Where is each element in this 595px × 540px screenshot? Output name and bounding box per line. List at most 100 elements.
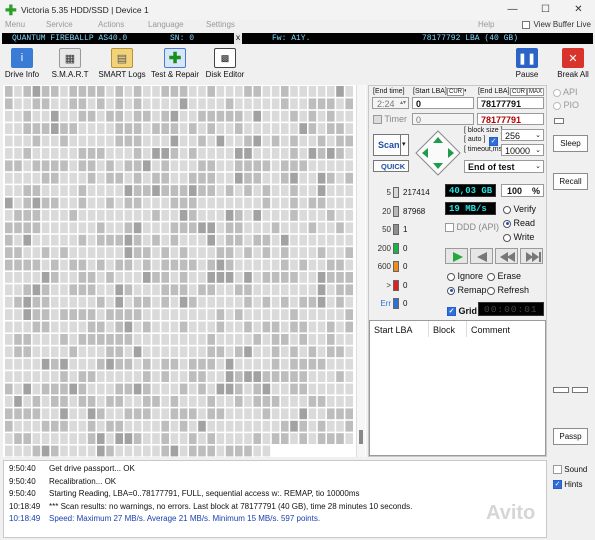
end-lba-max-field[interactable]: 78177791 — [477, 113, 544, 125]
end-lba-max-button[interactable]: MAX — [527, 88, 545, 96]
grid-block — [106, 185, 114, 196]
grid-block — [115, 358, 123, 370]
recall-button[interactable]: Recall — [553, 173, 588, 190]
menu-service[interactable]: Service — [46, 20, 73, 29]
grid-block — [290, 358, 298, 370]
scan-dropdown-button[interactable]: ▾ — [400, 134, 409, 156]
grid-block — [327, 321, 335, 333]
sound-toggle[interactable]: Sound — [553, 465, 587, 475]
grid-block — [317, 259, 326, 271]
pause-button[interactable]: ❚❚ Pause — [513, 48, 541, 80]
drive-info-button[interactable]: i Drive Info — [4, 48, 40, 80]
grid-block — [253, 259, 261, 271]
grid-block — [143, 445, 151, 457]
direction-pad[interactable] — [415, 130, 461, 176]
grid-block — [78, 420, 87, 432]
minimize-button[interactable]: — — [496, 0, 529, 20]
smart-logs-button[interactable]: ▤ SMART Logs — [98, 48, 146, 80]
timer-input[interactable]: 0 — [412, 113, 474, 125]
menu-menu[interactable]: Menu — [5, 20, 25, 29]
grid-block — [271, 197, 280, 209]
grid-block — [170, 346, 179, 358]
start-lba-cur-button[interactable]: CUR — [447, 88, 464, 96]
smart-button[interactable]: ▦ S.M.A.R.T — [52, 48, 88, 80]
scan-button[interactable]: Scan — [373, 134, 401, 156]
api-radio[interactable]: API — [553, 87, 578, 97]
grid-block — [41, 408, 50, 420]
test-repair-button[interactable]: ✚ Test & Repair — [151, 48, 199, 80]
hints-toggle[interactable]: ✓ Hints — [553, 480, 582, 490]
grid-block — [290, 309, 298, 320]
play-button[interactable] — [445, 248, 468, 264]
menu-help[interactable]: Help — [478, 20, 494, 29]
spinner-icon: ▴▾ — [399, 100, 406, 106]
grid-block — [235, 371, 243, 382]
quick-button[interactable]: QUICK — [373, 160, 409, 172]
grid-block — [299, 396, 307, 407]
break-all-button[interactable]: ✕ Break All — [556, 48, 590, 80]
grid-block — [87, 148, 96, 159]
column-comment[interactable]: Comment — [471, 325, 510, 335]
grid-block — [170, 371, 179, 382]
view-buffer-live-toggle[interactable]: View Buffer Live — [522, 20, 591, 29]
skip-end-button[interactable] — [520, 248, 543, 264]
erase-radio[interactable]: Erase — [487, 271, 521, 281]
grid-block — [299, 234, 307, 246]
menu-settings[interactable]: Settings — [206, 20, 235, 29]
auto-checkbox[interactable]: ✓ — [489, 137, 498, 146]
grid-block — [124, 383, 133, 395]
grid-block — [216, 321, 225, 333]
grid-scrollbar-thumb[interactable] — [359, 430, 363, 444]
pio-radio[interactable]: PIO — [553, 100, 579, 110]
verify-radio[interactable]: Verify — [503, 204, 536, 214]
timeout-select[interactable]: 10000 ⌄ — [501, 144, 544, 156]
end-mode-select[interactable]: End of test ⌄ — [464, 160, 544, 173]
start-lba-spin-icon[interactable]: ◐ — [464, 88, 468, 94]
grid-block — [317, 309, 326, 320]
grid-block — [32, 433, 41, 444]
grid-block — [5, 197, 13, 209]
grid-toggle[interactable]: ✓ Grid — [447, 306, 477, 317]
rewind-button[interactable] — [495, 248, 518, 264]
grid-block — [124, 433, 133, 444]
end-lba-cur-button[interactable]: CUR — [510, 88, 527, 96]
block-size-value: 256 — [505, 131, 521, 141]
close-button[interactable]: ✕ — [562, 0, 595, 20]
passport-button[interactable]: Passp — [553, 428, 588, 445]
grid-block — [161, 172, 169, 184]
grid-scrollbar[interactable] — [356, 85, 365, 457]
grid-block — [253, 408, 261, 420]
timer-toggle[interactable]: Timer — [373, 114, 407, 125]
ddd-api-toggle[interactable]: DDD (API) — [445, 222, 499, 233]
grid-block — [41, 110, 50, 122]
grid-block — [152, 172, 160, 184]
grid-block — [317, 185, 326, 196]
grid-block — [327, 433, 335, 444]
maximize-button[interactable]: ☐ — [529, 0, 562, 20]
ignore-radio[interactable]: Ignore — [447, 271, 483, 281]
view-buffer-live-checkbox[interactable] — [522, 20, 531, 29]
refresh-radio[interactable]: Refresh — [487, 285, 529, 295]
grid-block — [143, 110, 151, 122]
read-radio[interactable]: Read — [503, 218, 535, 228]
sleep-button[interactable]: Sleep — [553, 135, 588, 152]
grid-block — [225, 110, 234, 122]
grid-block — [179, 135, 188, 147]
column-block[interactable]: Block — [433, 325, 455, 335]
start-lba-input[interactable]: 0 — [412, 97, 474, 109]
write-radio[interactable]: Write — [503, 232, 534, 242]
menu-actions[interactable]: Actions — [98, 20, 124, 29]
grid-block — [32, 135, 41, 147]
step-back-button[interactable] — [470, 248, 493, 264]
grid-block — [87, 408, 96, 420]
end-lba-input[interactable]: 78177791 — [477, 97, 544, 109]
grid-block — [253, 296, 261, 308]
end-time-field[interactable]: 2:24 ▴▾ — [372, 97, 409, 109]
block-size-select[interactable]: 256 ⌄ — [501, 129, 544, 141]
menu-language[interactable]: Language — [148, 20, 184, 29]
grid-block — [170, 334, 179, 345]
disk-editor-button[interactable]: ▩ Disk Editor — [206, 48, 244, 80]
column-start-lba[interactable]: Start LBA — [374, 325, 413, 335]
remap-radio[interactable]: Remap — [447, 285, 487, 295]
drive-info-bar: QUANTUM FIREBALLP AS40.0 SN: 0 x Fw: A1Y… — [2, 33, 593, 44]
